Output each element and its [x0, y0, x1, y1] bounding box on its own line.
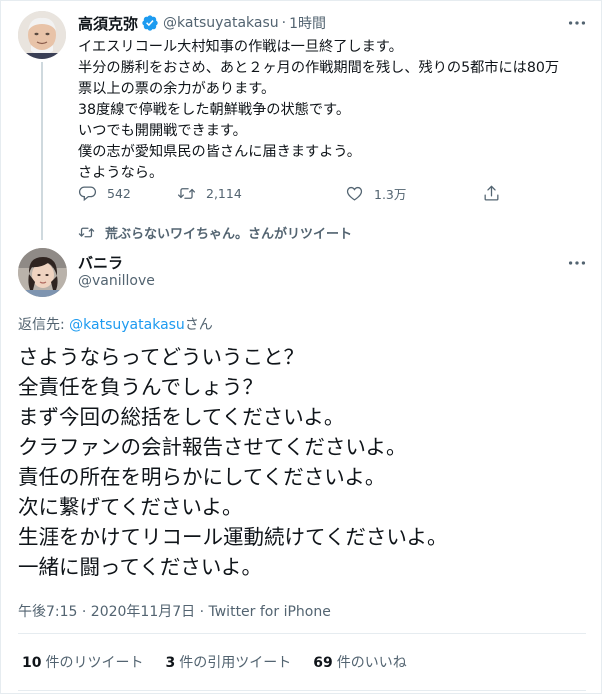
main-tweet-line: 一緒に闘ってくださいよ。: [18, 555, 262, 579]
retweet-count: 2,114: [206, 185, 242, 201]
parent-tweet-line: いつでも開開戦できます。: [78, 123, 247, 139]
quotes-stat-label: 件の引用ツイート: [179, 655, 292, 671]
main-tweet-line: 生涯をかけてリコール運動続けてくださいよ。: [18, 525, 448, 549]
retweets-stat-label: 件のリツイート: [45, 655, 144, 671]
reply-to-mention-link[interactable]: @katsuyatakasu: [69, 317, 185, 333]
likes-stat[interactable]: 69 件のいいね: [313, 652, 406, 672]
main-tweet-line: 全責任を負うんでしょう？: [18, 375, 263, 399]
tweet-metadata: 午後7:15 · 2020年11月7日 · Twitter for iPhone: [18, 601, 331, 621]
parent-author-avatar[interactable]: [18, 11, 66, 59]
parent-tweet-line: 38度線で停戦をした朝鮮戦争の状態です。: [78, 102, 351, 118]
retweet-icon: [78, 227, 95, 237]
reply-count: 542: [107, 185, 131, 201]
retweets-stat[interactable]: 10 件のリツイート: [22, 652, 143, 672]
main-author-handle[interactable]: @vanillove: [78, 273, 155, 289]
main-tweet-text: さようならってどういうこと？ 全責任を負うんでしょう？ まず今回の総括をしてくだ…: [18, 342, 588, 582]
share-button[interactable]: [482, 181, 511, 205]
retweeted-by-text: 荒ぶらないワイちゃん。さんがリツイート: [105, 226, 353, 242]
quotes-stat-count: 3: [165, 655, 176, 671]
parent-tweet-line: 僕の志が愛知県民の皆さんに届きますよう。: [78, 144, 361, 160]
like-icon: [346, 186, 363, 201]
retweet-icon: [177, 187, 196, 199]
parent-tweet-line: イエスリコール大村知事の作戦は一旦終了します。: [78, 39, 403, 55]
parent-author-handle[interactable]: @katsuyatakasu: [163, 15, 279, 31]
like-button[interactable]: 1.3万: [345, 181, 406, 205]
tweet-timestamp[interactable]: 午後7:15 · 2020年11月7日 ·: [18, 604, 209, 620]
more-icon[interactable]: [566, 12, 588, 34]
thread-connector-line: [41, 62, 43, 240]
retweet-button[interactable]: 2,114: [177, 181, 242, 205]
main-tweet-line: 責任の所在を明らかにしてくださいよ。: [18, 465, 386, 489]
main-tweet-line: 次に繋げてくださいよ。: [18, 495, 243, 519]
retweeted-by-notice[interactable]: 荒ぶらないワイちゃん。さんがリツイート: [78, 222, 352, 242]
like-count: 1.3万: [374, 186, 407, 202]
main-tweet-line: クラファンの会計報告させてくださいよ。: [18, 435, 407, 459]
likes-stat-label: 件のいいね: [336, 655, 407, 671]
parent-tweet-actions: 542 2,114 1.3万: [78, 181, 508, 205]
parent-tweet-line: 半分の勝利をおさめ、あと２ヶ月の作戦期間を残し、残りの5都市には80万: [78, 60, 560, 76]
divider: [18, 633, 586, 634]
share-icon: [484, 185, 499, 200]
reply-to-line: 返信先: @katsuyatakasuさん: [18, 314, 213, 334]
parent-tweet-line: 票以上の票の余力があります。: [78, 81, 276, 97]
tweet-source[interactable]: Twitter for iPhone: [209, 604, 331, 620]
main-author-name[interactable]: バニラ: [78, 252, 123, 273]
reply-to-prefix: 返信先:: [18, 317, 70, 333]
parent-tweet[interactable]: 高須克弥 @katsuyatakasu · 1時間 イエスリコール大村知事の作戦…: [0, 0, 602, 240]
header-separator: ·: [281, 15, 287, 31]
reply-icon: [79, 186, 96, 201]
parent-author-name[interactable]: 高須克弥: [78, 13, 138, 34]
parent-tweet-text: イエスリコール大村知事の作戦は一旦終了します。 半分の勝利をおさめ、あと２ヶ月の…: [78, 37, 588, 184]
reply-button[interactable]: 542: [78, 181, 131, 205]
verified-badge-icon: [142, 15, 158, 31]
main-tweet-line: さようならってどういうこと？: [18, 345, 304, 369]
retweets-stat-count: 10: [22, 655, 42, 671]
quotes-stat[interactable]: 3 件の引用ツイート: [165, 652, 291, 672]
main-author-avatar[interactable]: [18, 248, 67, 297]
parent-tweet-time[interactable]: 1時間: [289, 13, 326, 33]
more-icon[interactable]: [566, 252, 588, 274]
divider: [18, 690, 586, 691]
reply-to-suffix: さん: [184, 317, 213, 333]
likes-stat-count: 69: [313, 655, 333, 671]
main-tweet-line: まず今回の総括をしてくださいよ。: [18, 405, 345, 429]
tweet-stats: 10 件のリツイート 3 件の引用ツイート 69 件のいいね: [22, 652, 429, 672]
parent-tweet-header: 高須克弥 @katsuyatakasu · 1時間: [78, 12, 326, 34]
